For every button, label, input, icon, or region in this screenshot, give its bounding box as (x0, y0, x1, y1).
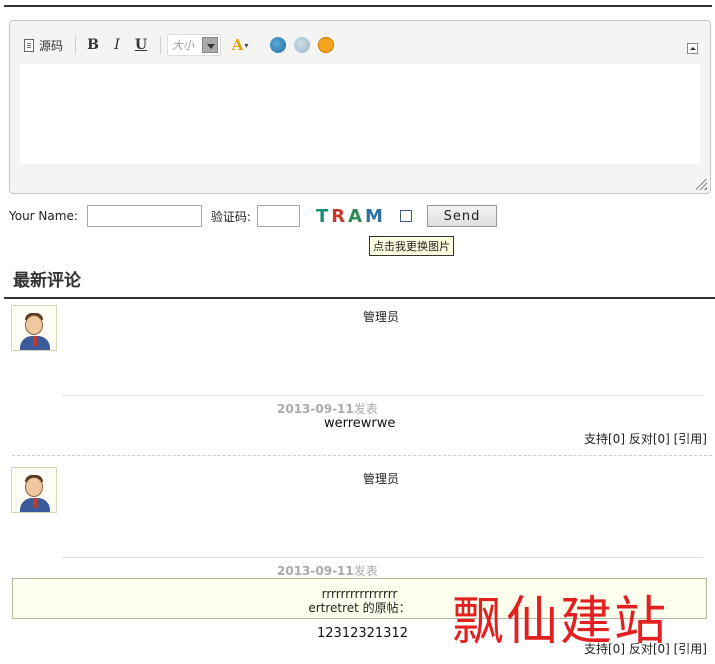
comment-date: 2013-09-11发表 (277, 562, 378, 579)
name-input[interactable] (86, 205, 202, 227)
chevron-down-icon: ▾ (244, 40, 249, 50)
comment-date: 2013-09-11发表 (277, 400, 378, 417)
comment-editor: 源码 B I U 大小 A ▾ (9, 20, 711, 194)
underline-button[interactable]: U (130, 34, 152, 56)
captcha-input[interactable] (256, 205, 300, 227)
avatar-head (25, 477, 43, 497)
link-icon[interactable] (270, 37, 287, 53)
source-button[interactable]: 源码 (20, 34, 67, 56)
smiley-icon[interactable] (318, 37, 335, 53)
section-divider (4, 297, 715, 299)
comment-author: 管理员 (363, 310, 400, 324)
date-value: 2013-09-11 (277, 402, 354, 416)
font-color-button[interactable]: A ▾ (229, 34, 251, 56)
comment-form-row: Your Name: 验证码: T R A M Send (9, 204, 497, 228)
comment-content: werrewrwe (324, 416, 396, 431)
italic-button[interactable]: I (106, 34, 128, 56)
captcha-char: R (331, 205, 349, 227)
font-size-select[interactable]: 大小 (167, 34, 222, 56)
comment-divider (62, 395, 703, 396)
captcha-char: A (348, 205, 366, 227)
captcha-char: M (365, 205, 386, 227)
captcha-char: T (315, 205, 332, 227)
avatar-tie (33, 336, 37, 346)
toolbar-separator (160, 36, 162, 54)
captcha-tooltip: 点击我更换图片 (369, 236, 454, 256)
avatar (11, 305, 57, 351)
editor-toolbar: 源码 B I U 大小 A ▾ (20, 31, 338, 59)
document-icon (24, 38, 34, 52)
avatar-tie (33, 498, 37, 508)
comment-author: 管理员 (363, 472, 400, 486)
name-label: Your Name: (9, 209, 78, 223)
font-size-label: 大小 (172, 39, 195, 52)
resize-grip-icon[interactable] (696, 179, 707, 190)
collapse-toolbar-button[interactable] (687, 43, 698, 54)
chevron-down-icon[interactable] (202, 37, 219, 53)
date-suffix: 发表 (353, 564, 378, 578)
editor-text-area[interactable] (20, 64, 700, 164)
toolbar-separator (75, 36, 77, 54)
avatar-head (25, 315, 43, 335)
source-label: 源码 (39, 38, 64, 53)
comment-actions[interactable]: 支持[0] 反对[0] [引用] (584, 430, 707, 447)
date-suffix: 发表 (353, 402, 378, 416)
comment-content: 12312321312 (317, 626, 408, 641)
comment-separator (12, 455, 712, 456)
top-divider (4, 5, 712, 7)
comment-divider (62, 557, 703, 558)
unlink-icon[interactable] (294, 37, 311, 53)
checkbox[interactable] (399, 210, 412, 222)
watermark: 飘仙建站 (452, 592, 669, 652)
date-value: 2013-09-11 (277, 564, 354, 578)
avatar (11, 467, 57, 513)
captcha-image[interactable]: T R A M (316, 206, 386, 227)
bold-button[interactable]: B (82, 34, 104, 56)
send-button[interactable]: Send (426, 205, 497, 227)
font-color-label: A (231, 36, 244, 54)
section-title: 最新评论 (13, 271, 81, 291)
captcha-label: 验证码: (210, 209, 251, 224)
